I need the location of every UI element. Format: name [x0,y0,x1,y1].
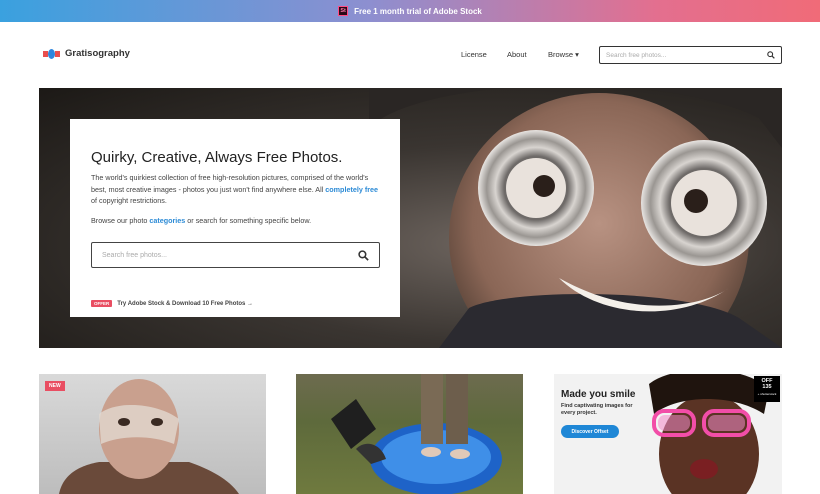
hero-description: The world's quirkiest collection of free… [91,173,379,205]
offer-link[interactable]: OFFER Try Adobe Stock & Download 10 Free… [91,300,253,307]
logo[interactable]: Gratisography [43,48,130,59]
search-icon[interactable] [358,249,369,261]
hero-title: Quirky, Creative, Always Free Photos. [91,149,343,166]
hero-search-input[interactable]: Search free photos... [91,242,380,268]
promo-text[interactable]: Free 1 month trial of Adobe Stock [354,7,482,16]
logo-text: Gratisography [65,48,130,59]
discover-offset-button[interactable]: Discover Offset [561,425,619,438]
offset-badge: OFF 135 + shutterstock [754,376,780,402]
nav-about-link[interactable]: About [507,50,527,59]
logo-icon [43,48,60,59]
header-search-input[interactable]: Search free photos... [599,46,782,64]
new-badge: NEW [45,381,65,391]
offer-text[interactable]: Try Adobe Stock & Download 10 Free Photo… [117,301,253,307]
header-search-placeholder: Search free photos... [606,51,667,59]
ad-title: Made you smile [561,389,636,400]
nav-license-link[interactable]: License [461,50,487,59]
search-icon[interactable] [767,51,775,59]
photo-kiddie-pool [331,374,502,494]
categories-link[interactable]: categories [149,216,185,225]
hero-search-placeholder: Search free photos... [102,251,167,259]
completely-free-link[interactable]: completely free [325,185,378,194]
adobe-stock-icon: St [338,6,349,16]
offer-badge: OFFER [91,300,113,307]
hero-browse-text: Browse our photo categories or search fo… [91,216,312,225]
photo-card-taped-face[interactable]: NEW [39,374,266,494]
promo-banner[interactable]: St Free 1 month trial of Adobe Stock [0,0,820,22]
ad-subtitle: Find captivating images for every projec… [561,403,633,416]
photo-card-kiddie-pool[interactable] [296,374,523,494]
ad-card-offset[interactable]: Made you smile Find captivating images f… [554,374,782,494]
hero-card: Quirky, Creative, Always Free Photos. Th… [70,119,400,317]
site-header: Gratisography License About Browse ▾ Sea… [0,22,820,86]
hero-section: Quirky, Creative, Always Free Photos. Th… [39,88,782,348]
nav-browse-dropdown[interactable]: Browse ▾ [548,50,579,59]
photo-taped-face [59,379,239,494]
